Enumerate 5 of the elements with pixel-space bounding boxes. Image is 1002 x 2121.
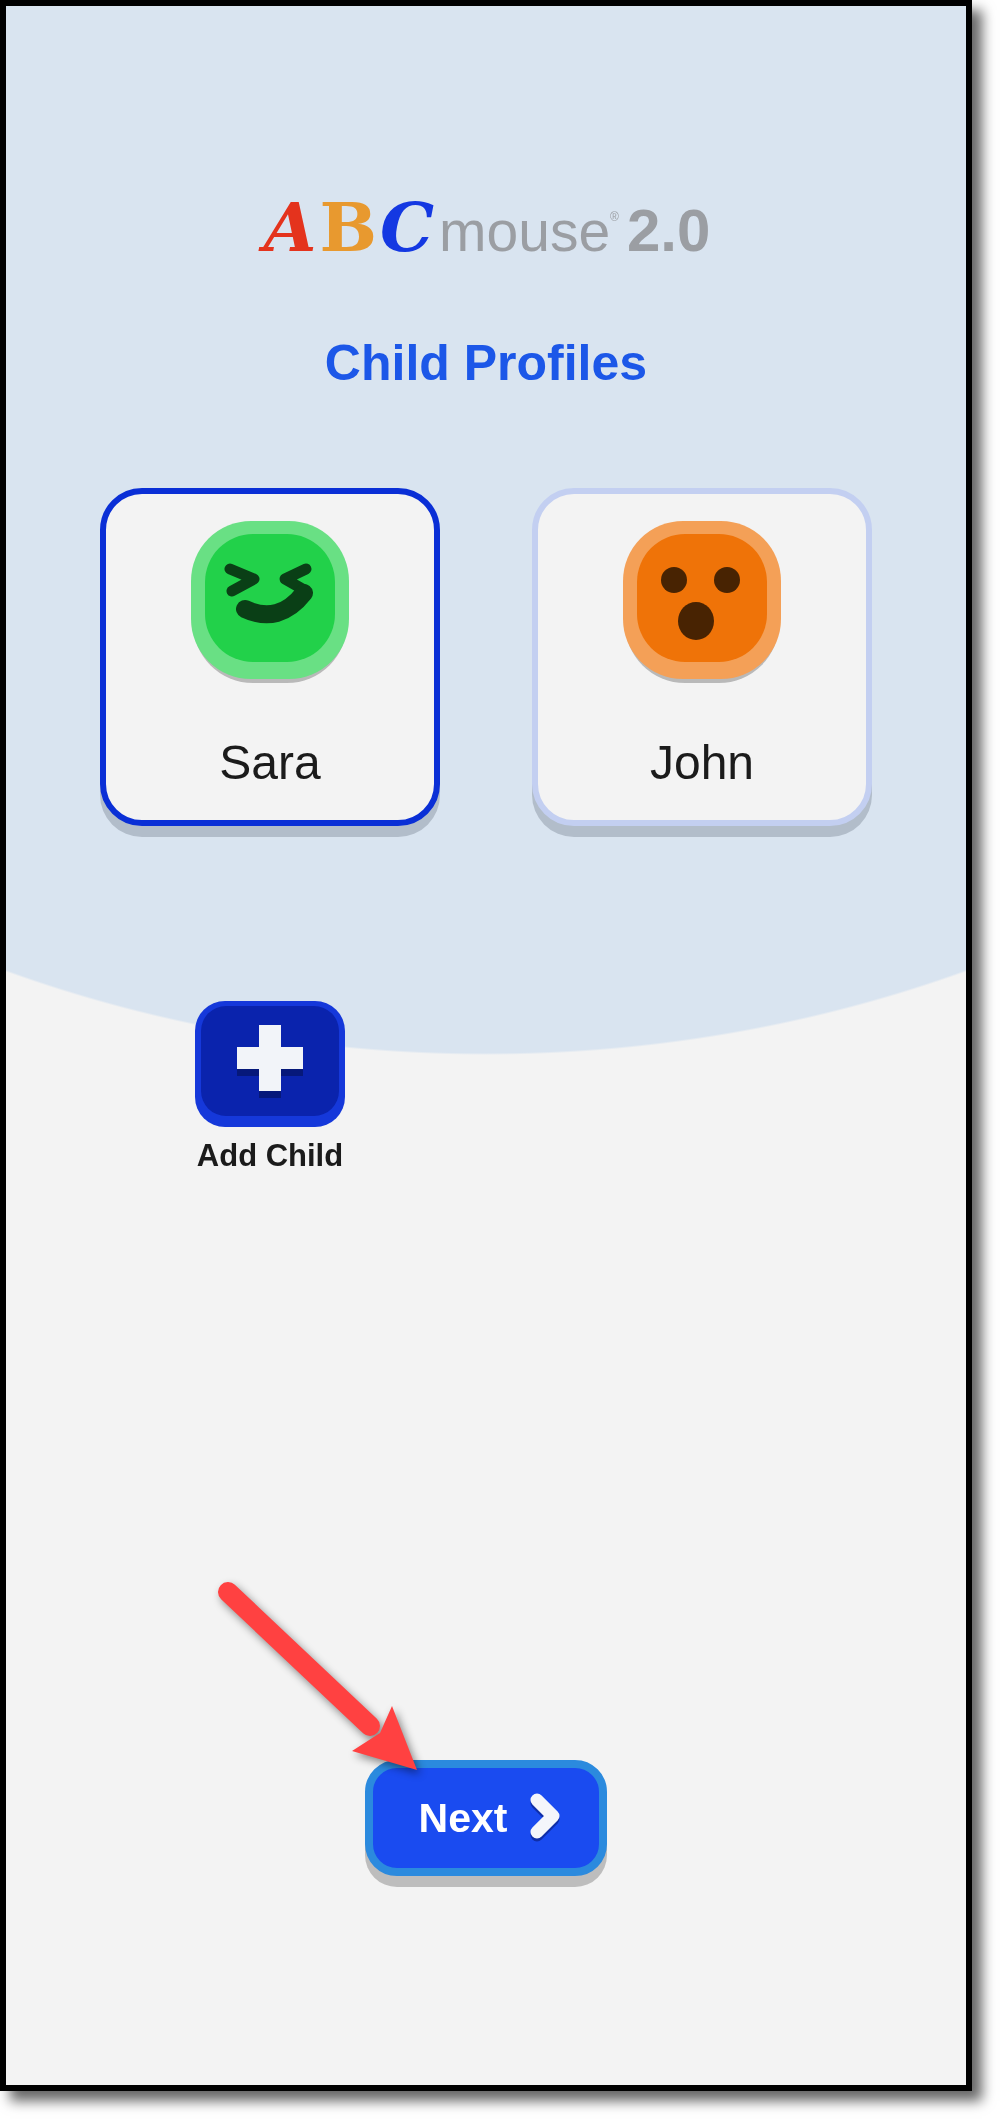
plus-icon [195, 1001, 345, 1130]
add-child-button[interactable]: Add Child [195, 1001, 345, 1175]
chevron-right-icon [529, 1793, 562, 1844]
logo-version: 2.0 [626, 196, 711, 266]
page-title: Child Profiles [324, 334, 648, 394]
